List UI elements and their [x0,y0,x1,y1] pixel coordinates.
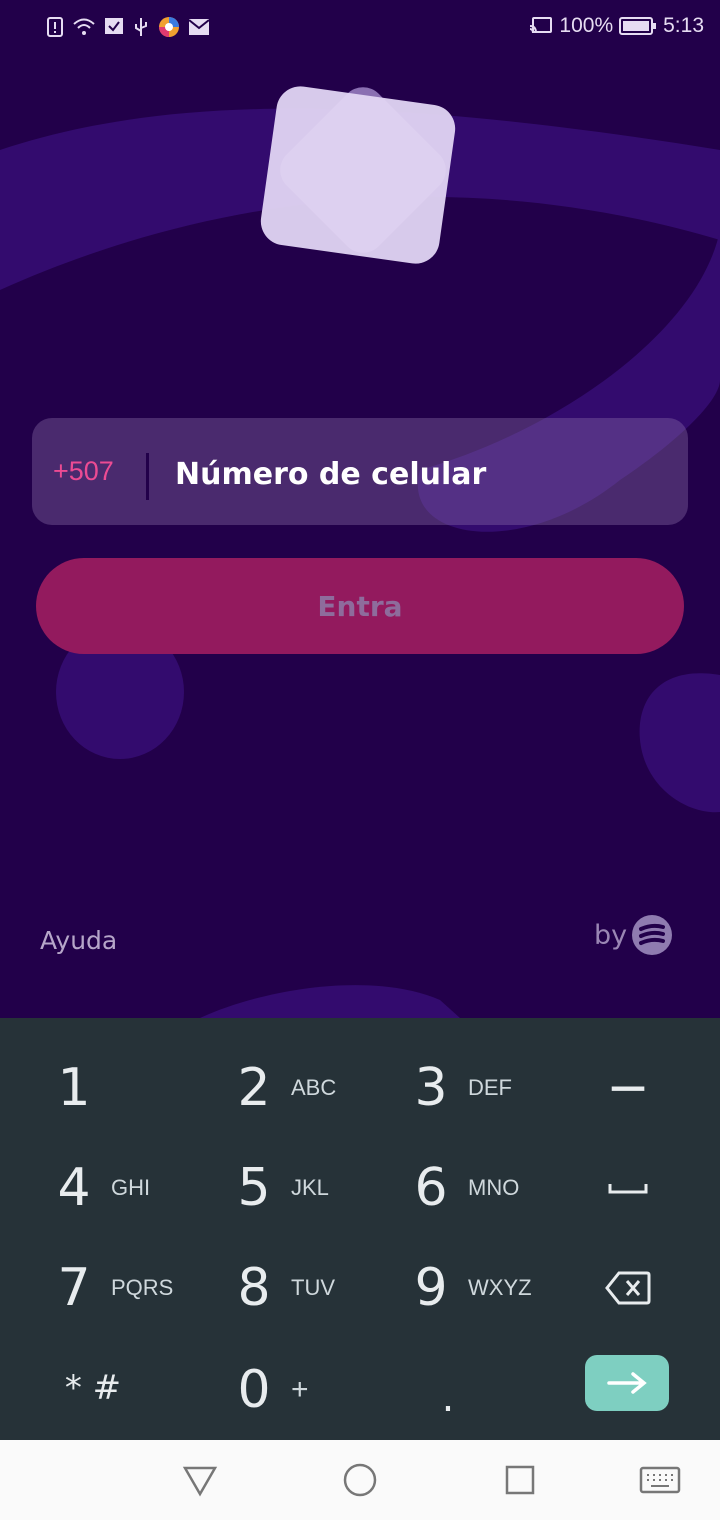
key-5[interactable]: 5 JKL [225,1138,401,1238]
clock: 5:13 [663,14,704,37]
enter-button[interactable]: Entra [36,558,684,654]
usb-icon [135,18,147,36]
mail-icon [188,19,210,35]
country-code[interactable]: +507 [53,456,114,487]
keyboard-icon[interactable] [638,1460,682,1500]
field-divider [146,453,149,500]
key-minus[interactable]: − [540,1038,716,1138]
wifi-icon [73,18,95,35]
status-bar: 100% 5:13 [0,0,720,56]
battery-icon [619,17,657,35]
key-backspace[interactable] [540,1238,716,1338]
back-icon[interactable] [180,1460,220,1500]
key-star-hash[interactable]: * # [5,1338,181,1438]
navigation-bar [0,1440,720,1520]
space-icon [608,1184,648,1194]
key-space[interactable] [540,1138,716,1238]
help-link[interactable]: Ayuda [40,926,117,955]
status-right: 100% 5:13 [529,14,704,38]
key-2[interactable]: 2 ABC [225,1038,401,1138]
brand-logo-icon [632,915,672,955]
arrow-right-icon [607,1372,647,1394]
phone-number-input[interactable] [175,452,655,496]
sim-alert-icon [47,17,63,37]
logo-icon [260,86,456,264]
browser-icon [159,17,179,37]
key-7[interactable]: 7 PQRS [45,1238,221,1338]
enter-key[interactable] [585,1355,669,1411]
key-1[interactable]: 1 [45,1038,221,1138]
backspace-icon [605,1271,651,1305]
check-icon [105,18,123,34]
recents-icon[interactable] [500,1460,540,1500]
key-8[interactable]: 8 TUV [225,1238,401,1338]
key-dot[interactable]: . [360,1348,536,1448]
cast-icon [530,17,553,34]
battery-percent: 100% [559,14,614,37]
minus-icon: − [606,1058,650,1118]
notification-icons [46,16,210,38]
key-4[interactable]: 4 GHI [45,1138,221,1238]
by-label: by [594,920,628,951]
home-icon[interactable] [340,1460,380,1500]
app-screen: 100% 5:13 +507 Entra Ayuda by [0,0,720,1018]
